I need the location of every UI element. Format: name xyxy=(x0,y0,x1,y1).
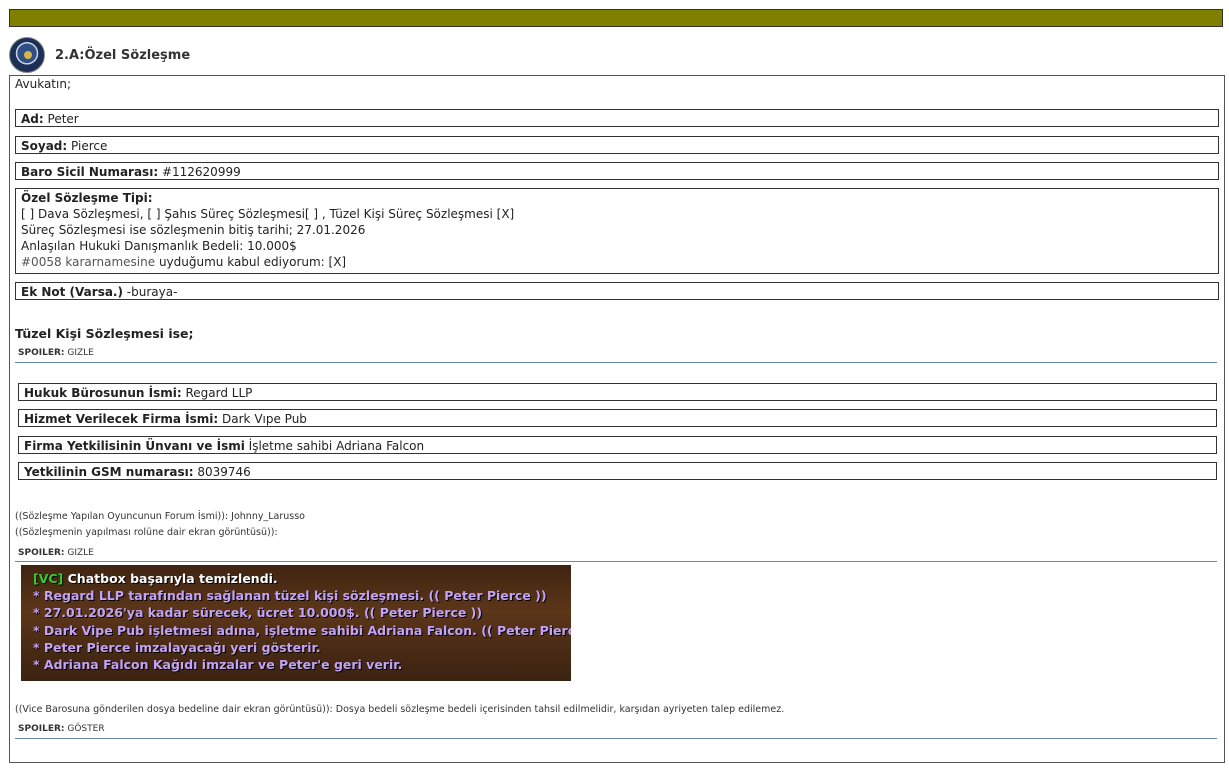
post-header: 2.A:Özel Sözleşme xyxy=(9,35,190,75)
spoiler-3[interactable]: SPOILER: GÖSTER xyxy=(18,724,105,735)
field-value: -buraya- xyxy=(122,285,178,299)
field-value: 8039746 xyxy=(197,465,251,479)
screenshot-caption: ((Sözleşmenin yapılması rolüne dair ekra… xyxy=(15,527,278,538)
spoiler-divider xyxy=(15,362,1217,363)
field-value: Dark Vıpe Pub xyxy=(222,412,307,426)
spoiler-toggle[interactable]: GIZLE xyxy=(67,548,94,558)
contract-end-date: Süreç Sözleşmesi ise sözleşmenin bitiş t… xyxy=(21,223,366,237)
corporate-heading: Tüzel Kişi Sözleşmesi ise; xyxy=(15,326,194,341)
fee-note-text: ((Vice Barosuna gönderilen dosya bedelin… xyxy=(15,704,785,715)
spoiler-toggle[interactable]: GÖSTER xyxy=(67,724,104,734)
chat-line: * 27.01.2026'ya kadar sürecek, ücret 10.… xyxy=(33,605,483,620)
field-firma-yetkilisi: Firma Yetkilisinin Ünvanı ve İsmi İşletm… xyxy=(18,436,1217,454)
chat-line: * Peter Pierce imzalayacağı yeri gösteri… xyxy=(33,640,321,655)
field-label: Baro Sicil Numarası: xyxy=(21,165,159,179)
field-label: Hizmet Verilecek Firma İsmi: xyxy=(24,412,219,426)
spoiler-divider xyxy=(15,561,1217,562)
field-label: Hukuk Bürosunun İsmi: xyxy=(24,386,182,400)
intro-text: Avukatın; xyxy=(15,77,71,91)
chat-line: * Regard LLP tarafından sağlanan tüzel k… xyxy=(33,588,547,603)
contract-fee: Anlaşılan Hukuki Danışmanlık Bedeli: 10.… xyxy=(21,239,297,253)
spoiler-label: SPOILER: xyxy=(18,724,65,734)
field-value: Regard LLP xyxy=(185,386,253,400)
field-gsm: Yetkilinin GSM numarası: 8039746 xyxy=(18,462,1217,480)
field-firma-ismi: Hizmet Verilecek Firma İsmi: Dark Vıpe P… xyxy=(18,409,1217,427)
chat-text: Chatbox başarıyla temizlendi. xyxy=(63,571,278,586)
field-label: Ad: xyxy=(21,112,44,126)
spoiler-divider xyxy=(15,738,1217,739)
chat-line: * Adriana Falcon Kağıdı imzalar ve Peter… xyxy=(33,657,403,672)
contract-type-box: Özel Sözleşme Tipi: [ ] Dava Sözleşmesi,… xyxy=(15,188,1219,274)
decree-link[interactable]: #0058 kararnamesine xyxy=(21,255,155,269)
field-value: Peter xyxy=(47,112,79,126)
avatar[interactable] xyxy=(9,37,45,73)
chat-line: [VC] Chatbox başarıyla temizlendi. xyxy=(33,570,278,587)
contract-type-options: [ ] Dava Sözleşmesi, [ ] Şahıs Süreç Söz… xyxy=(21,207,515,221)
field-ad: Ad: Peter xyxy=(15,109,1219,127)
contract-type-label: Özel Sözleşme Tipi: xyxy=(21,191,153,205)
top-bar xyxy=(9,9,1223,27)
field-label: Ek Not (Varsa.) xyxy=(21,285,123,299)
field-label: Yetkilinin GSM numarası: xyxy=(24,465,194,479)
field-baro-sicil: Baro Sicil Numarası: #112620999 xyxy=(15,162,1219,180)
field-label: Soyad: xyxy=(21,139,68,153)
field-hukuk-burosu: Hukuk Bürosunun İsmi: Regard LLP xyxy=(18,383,1217,401)
chat-prefix: [VC] xyxy=(33,571,64,586)
post-title: 2.A:Özel Sözleşme xyxy=(55,47,191,63)
spoiler-toggle[interactable]: GIZLE xyxy=(67,348,94,358)
chat-screenshot: [VC] Chatbox başarıyla temizlendi. * Reg… xyxy=(21,565,571,681)
spoiler-label: SPOILER: xyxy=(18,348,65,358)
spoiler-1[interactable]: SPOILER: GIZLE xyxy=(18,348,94,359)
field-label: Firma Yetkilisinin Ünvanı ve İsmi xyxy=(24,439,245,453)
field-value: İşletme sahibi Adriana Falcon xyxy=(248,439,425,453)
chat-line: * Dark Vipe Pub işletmesi adına, işletme… xyxy=(33,623,571,638)
spoiler-2[interactable]: SPOILER: GIZLE xyxy=(18,548,94,559)
field-value: #112620999 xyxy=(161,165,241,179)
field-soyad: Soyad: Pierce xyxy=(15,136,1219,154)
field-ek-not: Ek Not (Varsa.) -buraya- xyxy=(15,282,1219,300)
forum-name-text: ((Sözleşme Yapılan Oyuncunun Forum İsmi)… xyxy=(15,511,305,522)
field-value: Pierce xyxy=(71,139,108,153)
spoiler-label: SPOILER: xyxy=(18,548,65,558)
decree-acceptance: uyduğumu kabul ediyorum: [X] xyxy=(155,255,347,269)
